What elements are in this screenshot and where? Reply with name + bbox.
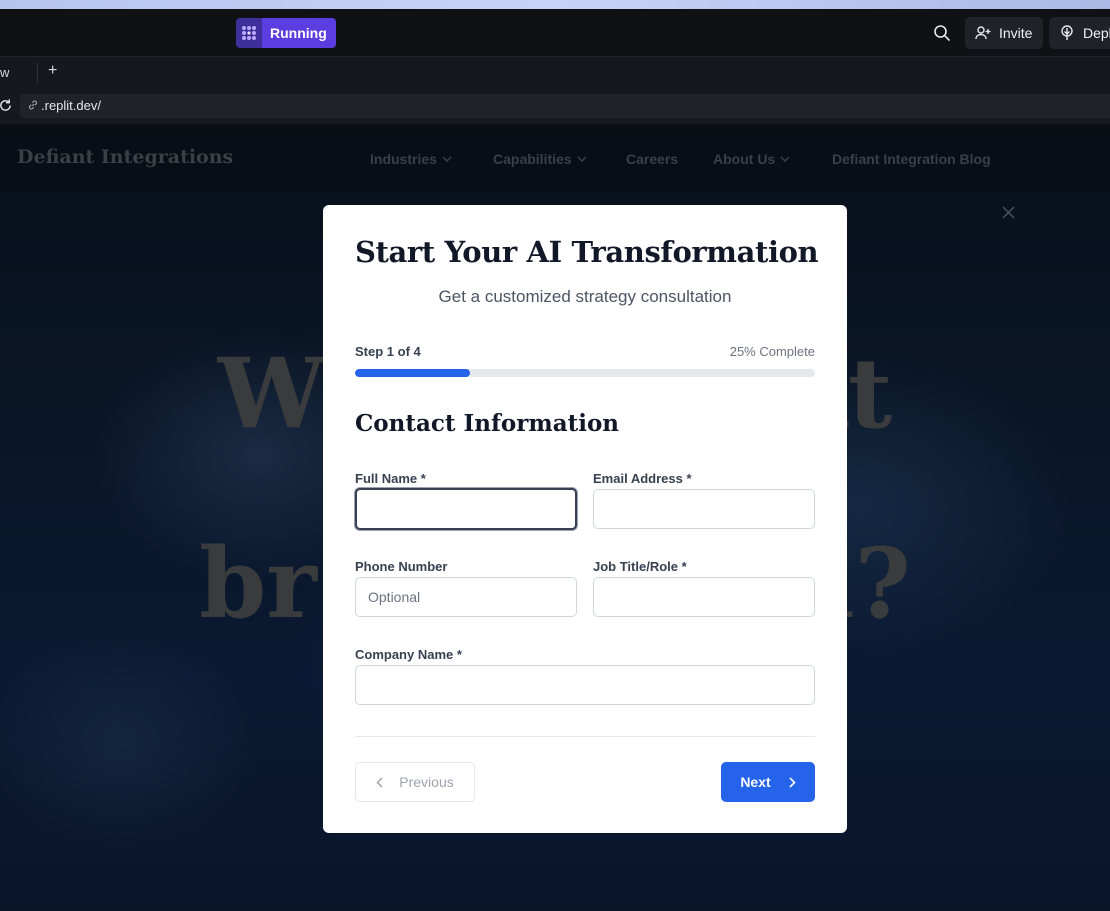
link-icon [28, 100, 38, 110]
next-label: Next [740, 774, 771, 790]
url-bar: .replit.dev/ [0, 88, 1110, 124]
email-label: Email Address * [593, 471, 692, 486]
footer-divider [355, 736, 815, 737]
nav-careers-label: Careers [626, 151, 679, 167]
job-title-input[interactable] [593, 577, 815, 617]
nav-careers[interactable]: Careers [626, 151, 678, 167]
tab-divider [37, 63, 38, 83]
search-icon[interactable] [933, 24, 951, 42]
tab-webview[interactable]: w [0, 65, 9, 80]
nav-blog[interactable]: Defiant Integration Blog [832, 151, 991, 167]
chevron-right-icon [789, 776, 796, 788]
previous-label: Previous [399, 774, 454, 790]
chevron-left-icon [376, 776, 383, 788]
modal-title: Start Your AI Transformation [355, 235, 819, 269]
site-navbar: Defiant Integrations Industries Capabili… [0, 124, 1110, 192]
nav-about[interactable]: About Us [713, 151, 790, 167]
new-tab-button[interactable]: + [48, 62, 57, 80]
nav-industries[interactable]: Industries [370, 151, 452, 167]
webview-tab-strip: w + [0, 56, 1110, 89]
deploy-icon [1061, 25, 1073, 40]
nav-capabilities[interactable]: Capabilities [493, 151, 587, 167]
replit-top-bar: Running Invite Depl [0, 9, 1110, 56]
workflow-icon [236, 18, 262, 48]
full-name-label: Full Name * [355, 471, 426, 486]
window-gradient-strip [0, 0, 1110, 9]
nav-blog-label: Defiant Integration Blog [832, 151, 991, 167]
nav-capabilities-label: Capabilities [493, 151, 572, 167]
job-title-label: Job Title/Role * [593, 559, 687, 574]
next-button[interactable]: Next [721, 762, 815, 802]
modal-subtitle: Get a customized strategy consultation [438, 287, 732, 306]
url-text[interactable]: .replit.dev/ [41, 98, 101, 113]
company-label: Company Name * [355, 647, 462, 662]
chevron-down-icon [442, 156, 452, 162]
progress-bar [355, 369, 815, 377]
close-icon[interactable] [1002, 206, 1015, 219]
nav-industries-label: Industries [370, 151, 437, 167]
running-status-button[interactable]: Running [236, 18, 336, 48]
phone-input[interactable] [355, 577, 577, 617]
previous-button[interactable]: Previous [355, 762, 475, 802]
company-input[interactable] [355, 665, 815, 705]
running-status-label: Running [262, 18, 336, 48]
full-name-input[interactable] [355, 488, 577, 530]
invite-button[interactable]: Invite [965, 17, 1043, 49]
deploy-button[interactable]: Depl [1049, 17, 1110, 49]
chevron-down-icon [577, 156, 587, 162]
section-title: Contact Information [355, 410, 620, 437]
step-indicator: Step 1 of 4 [355, 344, 421, 359]
deploy-label: Depl [1083, 25, 1110, 41]
phone-label: Phone Number [355, 559, 448, 574]
site-logo[interactable]: Defiant Integrations [17, 146, 233, 168]
nav-about-label: About Us [713, 151, 776, 167]
url-field-background[interactable] [20, 94, 1110, 118]
chevron-down-icon [780, 156, 790, 162]
progress-bar-fill [355, 369, 470, 377]
add-user-icon [975, 26, 991, 40]
consultation-modal: Start Your AI Transformation Get a custo… [323, 205, 847, 833]
invite-label: Invite [999, 25, 1033, 41]
reload-icon[interactable] [0, 98, 13, 113]
email-input[interactable] [593, 489, 815, 529]
progress-percent: 25% Complete [729, 344, 815, 359]
